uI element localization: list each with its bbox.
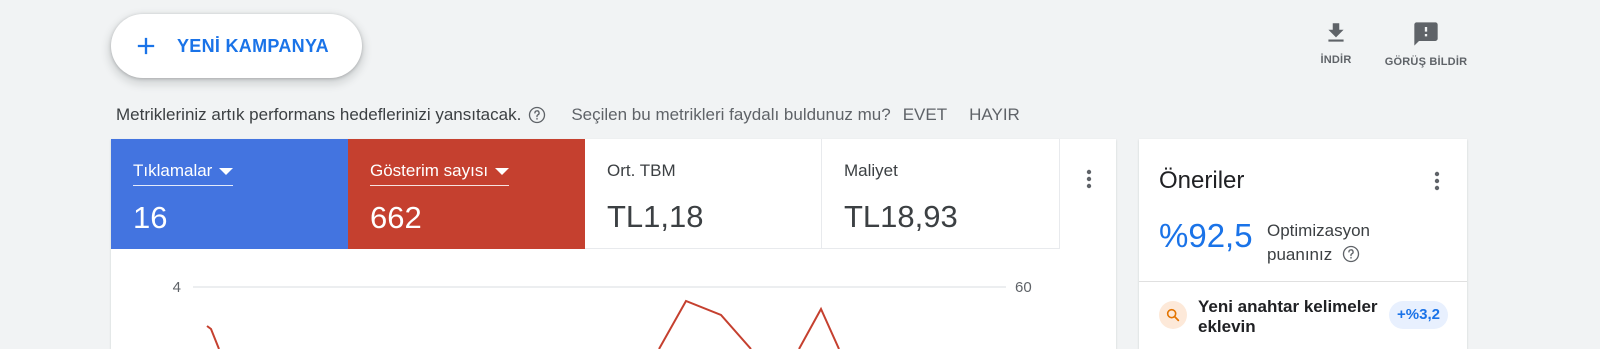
y-right-tick: 60: [1015, 279, 1032, 296]
caret-down-icon: [219, 167, 234, 175]
metric-avg-cpc-value: TL1,18: [607, 199, 704, 234]
new-campaign-label: YENİ KAMPANYA: [177, 36, 329, 56]
metric-impressions-value: 662: [370, 200, 422, 235]
recommendation-score-badge: +%3,2: [1389, 301, 1448, 329]
yes-button[interactable]: EVET: [903, 105, 947, 125]
no-button[interactable]: HAYIR: [969, 105, 1020, 125]
more-vert-icon[interactable]: [1425, 169, 1449, 193]
optimization-score-label-line1: Optimizasyon: [1267, 221, 1370, 240]
y-left-tick: 4: [173, 279, 181, 296]
recommendation-text: Yeni anahtar kelimeler eklevin: [1198, 297, 1378, 336]
feedback-label: GÖRÜŞ BİLDİR: [1384, 56, 1468, 68]
download-label: İNDİR: [1320, 54, 1352, 66]
optimization-score-label: Optimizasyon puanınız: [1267, 219, 1370, 267]
metric-impressions-label-text: Gösterim sayısı: [370, 161, 489, 180]
metric-impressions-label[interactable]: Gösterim sayısı: [370, 161, 510, 186]
metric-avg-cpc[interactable]: Ort. TBM TL1,18: [585, 139, 822, 249]
banner-message: Metrikleriniz artık performans hedefleri…: [116, 105, 522, 124]
metric-cost-label: Maliyet: [844, 161, 898, 180]
metric-clicks-label[interactable]: Tıklamalar: [133, 161, 234, 186]
divider: [1139, 281, 1467, 282]
performance-card: Tıklamalar 16 Gösterim sayısı 662 Ort. T…: [111, 139, 1116, 349]
recommendation-item[interactable]: Yeni anahtar kelimeler eklevin +%3,2: [1139, 289, 1467, 349]
help-icon[interactable]: [1341, 244, 1361, 264]
performance-chart: 4 60: [173, 279, 1032, 349]
search-icon: [1159, 301, 1187, 329]
feedback-action[interactable]: GÖRÜŞ BİLDİR: [1380, 20, 1472, 68]
metric-avg-cpc-label: Ort. TBM: [607, 161, 676, 180]
download-icon: [1328, 23, 1344, 42]
download-action[interactable]: İNDİR: [1310, 20, 1362, 66]
feedback-icon: [1414, 22, 1438, 46]
metrics-banner: Metrikleriniz artık performans hedefleri…: [116, 103, 1020, 127]
banner-question: Seçilen bu metrikleri faydalı buldunuz m…: [571, 105, 891, 124]
metric-clicks-value: 16: [133, 200, 168, 235]
metric-impressions[interactable]: Gösterim sayısı 662: [348, 139, 585, 249]
metric-cost-value: TL18,93: [844, 199, 958, 234]
impressions-series-peak-2: [798, 306, 840, 349]
metric-cost[interactable]: Maliyet TL18,93: [822, 139, 1060, 249]
metric-clicks[interactable]: Tıklamalar 16: [111, 139, 348, 249]
metric-clicks-label-text: Tıklamalar: [133, 161, 213, 180]
optimization-score: %92,5: [1159, 217, 1253, 254]
caret-down-icon: [495, 167, 510, 175]
plus-icon: [137, 37, 155, 55]
impressions-series-peak: [658, 299, 752, 349]
recommendations-card: Öneriler %92,5 Optimizasyon puanınız Yen…: [1139, 139, 1467, 349]
recommendations-title: Öneriler: [1159, 167, 1245, 194]
impressions-series-line: [206, 325, 220, 349]
new-campaign-button[interactable]: YENİ KAMPANYA: [111, 14, 362, 78]
optimization-score-label-line2: puanınız: [1267, 245, 1333, 264]
help-icon[interactable]: [527, 105, 547, 125]
more-vert-icon[interactable]: [1077, 167, 1101, 191]
